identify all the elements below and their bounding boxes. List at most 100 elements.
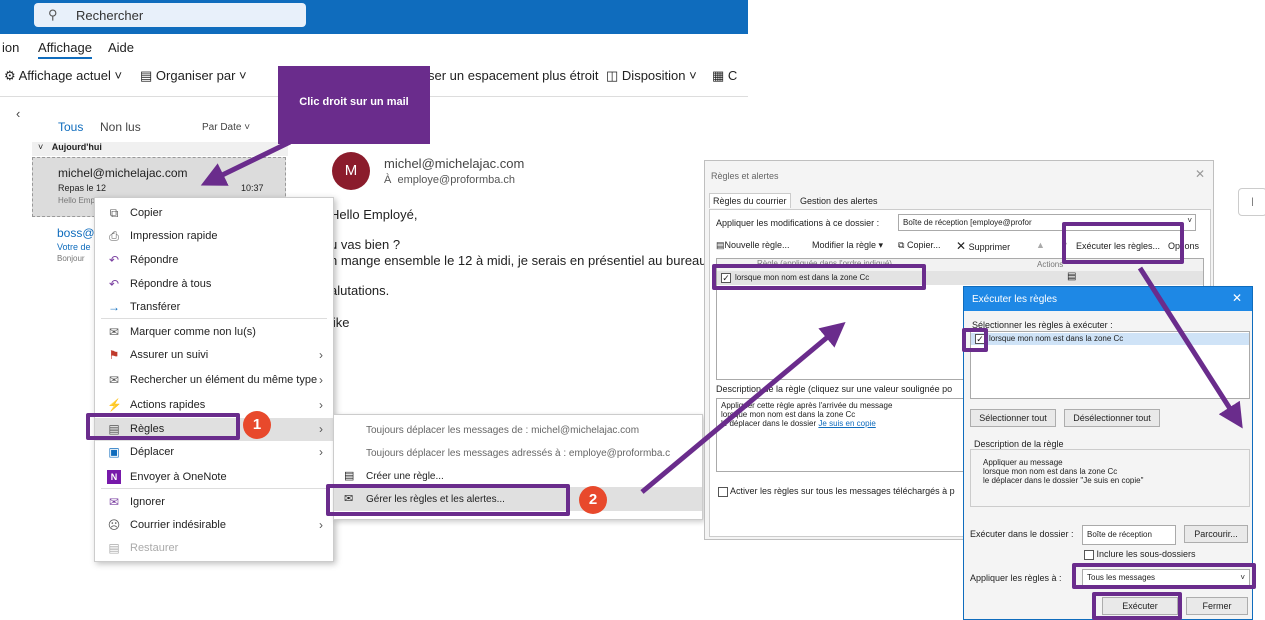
arrange-button[interactable]: ▤ Organiser par ˅ bbox=[140, 68, 247, 84]
mail-time: 10:37 bbox=[241, 183, 264, 193]
group-today-label: Aujourd'hui bbox=[51, 142, 102, 152]
step-badge-1: 1 bbox=[243, 411, 271, 439]
submenu-item-create-rule[interactable]: Créer une règle... bbox=[366, 471, 444, 482]
menu-item-partial[interactable]: ion bbox=[2, 40, 19, 55]
current-view-button[interactable]: ⚙ Affichage actuel ˅ bbox=[4, 68, 122, 84]
spacing-button[interactable]: ser un espacement plus étroit bbox=[428, 68, 599, 83]
avatar-initial: M bbox=[344, 162, 358, 179]
group-header-today[interactable]: ˅ Aujourd'hui bbox=[32, 142, 288, 156]
run-rule-name: lorsque mon nom est dans la zone Cc bbox=[989, 334, 1124, 343]
layout-icon: ◫ bbox=[606, 68, 619, 83]
body-line: alutations. bbox=[330, 283, 390, 298]
filter-unread[interactable]: Non lus bbox=[100, 120, 141, 134]
print-icon: ⎙ bbox=[109, 229, 119, 243]
chevron-right-icon: › bbox=[319, 373, 323, 387]
copy-rule-button[interactable]: ⧉ Copier... bbox=[898, 240, 940, 251]
context-menu: ⧉ Copier ⎙ Impression rapide ↶ Répondre ↶ Ré… bbox=[94, 197, 334, 562]
browse-button[interactable]: Parcourir... bbox=[1184, 525, 1248, 543]
rule-description-label: Description de la règle (cliquez sur une… bbox=[716, 384, 953, 394]
to-address: employe@proformba.ch bbox=[397, 174, 516, 186]
folder-value: Boîte de réception bbox=[1087, 530, 1152, 539]
move-up-icon[interactable]: ▲ bbox=[1036, 240, 1045, 250]
submenu-item[interactable]: Toujours déplacer les messages de : mich… bbox=[366, 425, 639, 436]
include-subfolders-checkbox[interactable]: Inclure les sous-dossiers bbox=[1084, 549, 1196, 560]
copy-icon: ⧉ bbox=[898, 240, 905, 250]
folder-field[interactable]: Boîte de réception bbox=[1082, 525, 1176, 545]
junk-icon: ☹ bbox=[107, 518, 121, 532]
more-label: C bbox=[727, 68, 738, 83]
to-prefix: À bbox=[384, 174, 392, 186]
select-all-button[interactable]: Sélectionner tout bbox=[970, 409, 1056, 427]
menu-item-reply-all[interactable]: ↶ Répondre à tous bbox=[95, 273, 333, 296]
close-icon[interactable]: ✕ bbox=[1195, 167, 1205, 181]
collapse-icon[interactable]: ‹ bbox=[16, 106, 20, 121]
menu-item-find-related[interactable]: ✉ Rechercher un élément du même type › bbox=[95, 369, 333, 392]
side-tab-partial[interactable]: | bbox=[1238, 188, 1265, 216]
menu-item-ignore[interactable]: ✉ Ignorer bbox=[95, 491, 333, 514]
new-rule-button[interactable]: ▤Nouvelle règle... bbox=[716, 240, 790, 251]
reading-recipient: À employe@proformba.ch bbox=[384, 174, 515, 186]
callout-box: Clic droit sur un mail bbox=[278, 66, 430, 144]
menu-item-label: Déplacer bbox=[130, 446, 175, 458]
menu-item-onenote[interactable]: N Envoyer à OneNote bbox=[95, 466, 333, 489]
highlight-run-button bbox=[1092, 592, 1182, 620]
avatar: M bbox=[332, 152, 370, 190]
tab-rules[interactable]: Règles du courrier bbox=[709, 193, 791, 208]
menu-item-label: Répondre à tous bbox=[130, 278, 212, 290]
activate-all-label: Activer les règles sur tous les messages… bbox=[730, 486, 955, 496]
folder-label: Exécuter dans le dossier : bbox=[970, 529, 1074, 539]
new-rule-icon: ▤ bbox=[716, 240, 725, 250]
reading-sender[interactable]: michel@michelajac.com bbox=[384, 156, 524, 171]
run-desc-box: Appliquer au message lorsque mon nom est… bbox=[970, 449, 1250, 507]
run-dialog-titlebar: Exécuter les règles ✕ bbox=[964, 287, 1252, 311]
sort-dropdown[interactable]: Par Date ˅ bbox=[202, 122, 250, 133]
move-icon: ▣ bbox=[108, 445, 120, 459]
menu-item-copy[interactable]: ⧉ Copier bbox=[95, 202, 333, 225]
delete-rule-button[interactable]: ✕ Supprimer bbox=[956, 239, 1010, 253]
menu-divider bbox=[101, 318, 327, 319]
apply-folder-value: Boîte de réception [employe@profor bbox=[903, 218, 1032, 227]
tab-alerts[interactable]: Gestion des alertes bbox=[797, 194, 881, 208]
menu-item-label: Impression rapide bbox=[130, 230, 218, 242]
close-icon[interactable]: ✕ bbox=[1232, 291, 1242, 305]
highlight-rules-menu-item bbox=[86, 413, 240, 440]
menu-item-mark-unread[interactable]: ✉ Marquer comme non lu(s) bbox=[95, 321, 333, 344]
rule-action-icon: ▤ bbox=[1067, 271, 1077, 282]
mail-preview: Bonjour bbox=[57, 254, 85, 263]
menu-item-follow-up[interactable]: ⚑ Assurer un suivi › bbox=[95, 344, 333, 367]
layout-button[interactable]: ◫ Disposition ˅ bbox=[606, 68, 697, 84]
menu-item-move[interactable]: ▣ Déplacer › bbox=[95, 441, 333, 464]
badge-number: 1 bbox=[252, 416, 262, 433]
browse-label: Parcourir... bbox=[1194, 529, 1238, 539]
more-button[interactable]: ▦ C bbox=[712, 68, 737, 84]
menu-item-junk[interactable]: ☹ Courrier indésirable › bbox=[95, 514, 333, 537]
reply-all-icon: ↶ bbox=[108, 277, 120, 291]
highlight-run-checkbox bbox=[962, 328, 988, 352]
filter-all[interactable]: Tous bbox=[58, 120, 83, 134]
checkbox-box bbox=[718, 486, 728, 497]
menu-item-label: Copier bbox=[130, 207, 163, 219]
sort-label: Par Date bbox=[202, 122, 242, 133]
deselect-all-label: Désélectionner tout bbox=[1073, 413, 1151, 423]
run-rule-row[interactable]: ✓ lorsque mon nom est dans la zone Cc bbox=[971, 333, 1249, 345]
menu-item-label: Transférer bbox=[130, 301, 181, 313]
menu-item-affichage[interactable]: Affichage bbox=[38, 40, 92, 59]
menu-item-quick-print[interactable]: ⎙ Impression rapide bbox=[95, 225, 333, 248]
activate-all-checkbox[interactable]: Activer les règles sur tous les messages… bbox=[718, 486, 955, 497]
menu-item-aide[interactable]: Aide bbox=[108, 40, 134, 55]
deselect-all-button[interactable]: Désélectionner tout bbox=[1064, 409, 1160, 427]
search-box[interactable]: ⚲ Rechercher bbox=[34, 3, 306, 27]
highlight-manage-rules bbox=[326, 484, 570, 516]
close-button[interactable]: Fermer bbox=[1186, 597, 1248, 615]
desc-folder-link[interactable]: Je suis en copie bbox=[818, 419, 875, 428]
copy-rule-label: Copier... bbox=[906, 240, 941, 250]
desc-line-text: le déplacer dans le dossier bbox=[721, 419, 817, 428]
menu-item-forward[interactable]: → Transférer bbox=[95, 296, 333, 319]
step-badge-2: 2 bbox=[579, 486, 607, 514]
submenu-item[interactable]: Toujours déplacer les messages adressés … bbox=[366, 448, 670, 459]
modify-rule-button[interactable]: Modifier la règle ▾ bbox=[812, 240, 883, 251]
desc-line: le déplacer dans le dossier "Je suis en … bbox=[983, 476, 1144, 485]
menu-item-reply[interactable]: ↶ Répondre bbox=[95, 249, 333, 272]
ignore-icon: ✉ bbox=[108, 495, 120, 509]
search-icon: ⚲ bbox=[48, 7, 58, 22]
